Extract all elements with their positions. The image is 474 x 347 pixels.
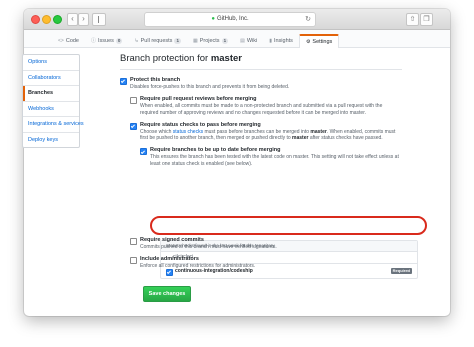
tab-settings[interactable]: ⚙ Settings [298, 34, 340, 48]
option-include-administrators: Include administrators Enforce all confi… [130, 256, 402, 269]
option-require-status-checks: Require status checks to pass before mer… [130, 122, 402, 142]
option-title: Include administrators [140, 256, 199, 263]
lock-icon: ● [211, 16, 215, 22]
option-title: Require status checks to pass before mer… [140, 121, 261, 128]
option-description: When enabled, all commits must be made t… [140, 103, 383, 116]
tab-code[interactable]: <> Code [52, 34, 85, 47]
url-text: GitHub, Inc. [216, 16, 249, 22]
option-title: Require branches to be up to date before… [150, 147, 281, 154]
protect-branch-checkbox[interactable] [120, 78, 127, 85]
tab-label: Issues [98, 37, 114, 44]
option-description: Enforce all configured restrictions for … [140, 263, 256, 270]
menu-item-deploy-keys[interactable]: Deploy keys [23, 133, 79, 148]
option-description: Disables force-pushes to this branch and… [130, 84, 290, 90]
desc-text: Choose which [140, 128, 172, 135]
save-changes-button[interactable]: Save changes [143, 286, 191, 302]
address-bar[interactable]: ● GitHub, Inc. ↻ [144, 12, 316, 27]
tabs-overview-icon[interactable]: ❐ [420, 13, 433, 26]
desc-text: must pass before branches can be merged … [204, 128, 309, 135]
menu-item-options[interactable]: Options [23, 55, 79, 71]
tab-count: 1 [221, 37, 229, 44]
desc-text: after status checks have passed. [309, 135, 383, 142]
option-title: Require pull request reviews before merg… [140, 96, 257, 103]
code-icon: <> [58, 37, 64, 44]
repo-tabs: <> Code ⓘ Issues 0 ↳ Pull requests 1 ▦ P… [52, 34, 340, 48]
issue-icon: ⓘ [91, 38, 97, 44]
tab-label: Projects [199, 37, 220, 44]
branch-name: master [292, 135, 309, 142]
project-icon: ▦ [192, 37, 198, 44]
option-require-reviews: Require pull request reviews before merg… [130, 96, 402, 116]
back-button[interactable]: ‹ [67, 13, 78, 26]
tab-pull-requests[interactable]: ↳ Pull requests 1 [128, 34, 187, 47]
graph-icon: ▮ [269, 37, 272, 44]
branch-name: master [310, 128, 327, 135]
tab-label: Wiki [246, 37, 258, 44]
tab-count: 0 [115, 37, 123, 44]
red-highlight-annotation [150, 216, 427, 235]
require-status-checks-checkbox[interactable] [130, 122, 137, 130]
option-description: Commits pushed to this branch must have … [140, 244, 277, 250]
require-signed-commits-checkbox[interactable] [130, 238, 137, 245]
option-description: This ensures the branch has been tested … [150, 154, 399, 167]
extra-options: Require signed commits Commits pushed to… [120, 237, 402, 276]
require-up-to-date-checkbox[interactable] [140, 148, 147, 156]
option-require-up-to-date: Require branches to be up to date before… [140, 147, 402, 167]
close-window-button[interactable] [31, 15, 40, 24]
sidebar-toggle-button[interactable] [92, 13, 106, 26]
forward-button[interactable]: › [78, 13, 89, 26]
tab-count: 1 [174, 37, 181, 44]
pull-request-icon: ↳ [134, 37, 139, 44]
reload-icon[interactable]: ↻ [305, 13, 311, 26]
tab-label: Insights [273, 37, 293, 44]
menu-item-webhooks[interactable]: Webhooks [23, 102, 79, 117]
tab-label: Pull requests [140, 37, 173, 44]
gear-icon: ⚙ [305, 39, 311, 45]
repo-nav: <> Code ⓘ Issues 0 ↳ Pull requests 1 ▦ P… [24, 30, 450, 48]
minimize-window-button[interactable] [42, 15, 51, 24]
page-title-prefix: Branch protection for [120, 53, 209, 64]
option-require-signed-commits: Require signed commits Commits pushed to… [130, 237, 402, 250]
zoom-window-button[interactable] [53, 15, 62, 24]
page-title: Branch protection for master [120, 53, 402, 70]
option-protect-branch: Protect this branch Disables force-pushe… [120, 77, 402, 90]
menu-item-collaborators[interactable]: Collaborators [23, 71, 79, 86]
option-title: Require signed commits [140, 237, 204, 243]
share-icon[interactable]: ⇧ [406, 13, 419, 26]
require-reviews-checkbox[interactable] [130, 97, 137, 105]
settings-menu: Options Collaborators Branches Webhooks … [22, 54, 84, 148]
tab-wiki[interactable]: ▤ Wiki [234, 34, 263, 47]
option-title: Protect this branch [130, 77, 181, 83]
tab-projects[interactable]: ▦ Projects 1 [187, 34, 234, 47]
tab-insights[interactable]: ▮ Insights [263, 34, 299, 47]
tab-label: Settings [312, 39, 333, 45]
page-title-branch: master [210, 53, 242, 64]
status-checks-link[interactable]: status checks [173, 129, 203, 135]
tab-label: Code [65, 37, 79, 44]
branch-protection-panel: Branch protection for master Protect thi… [120, 53, 418, 279]
option-description: Choose which status checks must pass bef… [140, 129, 402, 142]
tab-issues[interactable]: ⓘ Issues 0 [85, 34, 128, 47]
book-icon: ▤ [240, 37, 245, 44]
menu-item-branches[interactable]: Branches [23, 86, 79, 102]
include-administrators-checkbox[interactable] [130, 257, 137, 265]
menu-item-integrations[interactable]: Integrations & services [23, 117, 84, 133]
browser-titlebar: ‹ › ● GitHub, Inc. ↻ ⇧ ❐ [24, 9, 450, 30]
